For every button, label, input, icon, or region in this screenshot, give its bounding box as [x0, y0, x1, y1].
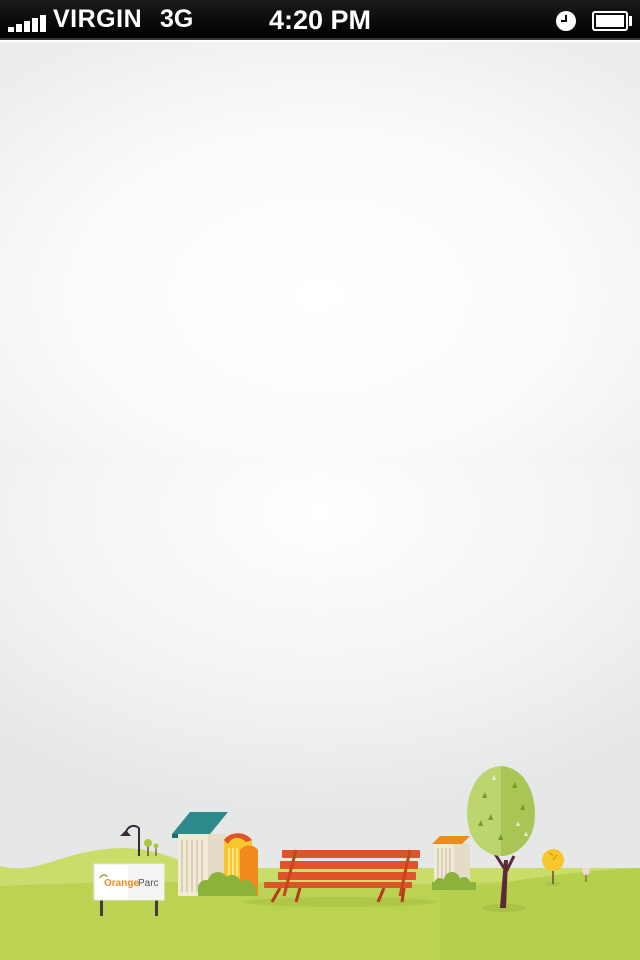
splash-top-panel [0, 42, 640, 463]
status-time: 4:20 PM [268, 5, 372, 35]
sign-brand-orange: Orange [104, 878, 139, 889]
battery-tip [629, 16, 632, 26]
status-bar: VIRGIN 3G 4:20 PM [0, 0, 640, 40]
alarm-clock-icon [556, 11, 576, 31]
park-illustration: Orange Parc [0, 766, 640, 960]
battery-icon [592, 11, 628, 31]
sign-brand-parc: Parc [138, 878, 159, 889]
